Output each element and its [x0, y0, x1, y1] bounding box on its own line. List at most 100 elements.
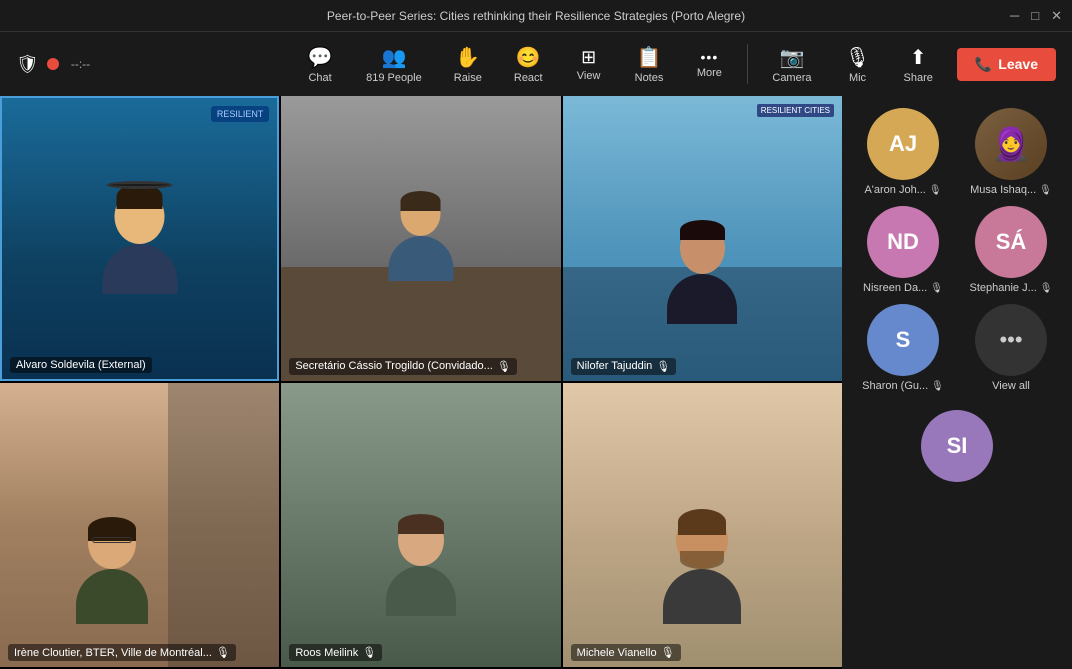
raise-icon: ✋	[455, 45, 480, 70]
raise-button[interactable]: ✋ Raise	[440, 39, 496, 90]
avatar-musa: 🧕	[975, 108, 1047, 180]
name-stephanie: Stephanie J...	[970, 282, 1037, 294]
view-button[interactable]: ⊞ View	[561, 41, 617, 88]
camera-icon: 📷	[779, 45, 804, 70]
notes-icon: 📋	[637, 45, 662, 70]
camera-button[interactable]: 📷 Camera	[758, 39, 825, 90]
mic-roos: 🎙	[362, 646, 376, 659]
participants-grid: AJ A'aron Joh... 🎙 🧕 Musa Ishaq... 🎙 ND …	[854, 108, 1060, 392]
person-head-shape	[115, 189, 165, 244]
video-name-tag-nilofer: Nilofer Tajuddin 🎙	[571, 358, 677, 375]
name-nisreen: Nisreen Da...	[863, 282, 927, 294]
mic-icon: 🎙	[845, 45, 870, 70]
video-name-tag-roos: Roos Meilink 🎙	[289, 644, 382, 661]
view-all-button[interactable]: •••	[975, 304, 1047, 376]
more-label: More	[697, 67, 722, 79]
video-cell-cassio: Secretário Cássio Trogildo (Convidado...…	[281, 96, 560, 381]
participant-name-alvaro: Alvaro Soldevila (External)	[16, 359, 146, 371]
toolbar-divider	[747, 44, 748, 84]
participant-stephanie: SÁ Stephanie J... 🎙	[962, 206, 1060, 294]
close-button[interactable]: ✕	[1051, 8, 1062, 24]
body-nilofer	[667, 274, 737, 324]
head-nilofer	[680, 222, 725, 274]
view-icon: ⊞	[581, 47, 596, 68]
people-label: 819 People	[366, 72, 422, 84]
video-name-tag-cassio: Secretário Cássio Trogildo (Convidado...…	[289, 358, 516, 375]
hair-nilofer	[680, 220, 725, 240]
person-sim-michele	[663, 511, 741, 624]
chat-icon: 💬	[308, 45, 333, 70]
phone-icon: 📞	[975, 56, 992, 73]
body-irene	[76, 569, 148, 624]
mic-michele: 🎙	[661, 646, 675, 659]
video-cell-nilofer: RESILIENT CITIES Nilofer Tajuddin 🎙	[563, 96, 842, 381]
hair-cassio	[401, 191, 441, 211]
view-all-label[interactable]: View all	[992, 380, 1030, 392]
chat-button[interactable]: 💬 Chat	[292, 39, 348, 90]
window-controls[interactable]: ─ □ ✕	[1010, 8, 1062, 24]
leave-button[interactable]: 📞 Leave	[957, 48, 1056, 81]
bottom-avatar-area: SI	[854, 410, 1060, 482]
beard-michele	[680, 551, 724, 569]
name-row-musa: Musa Ishaq... 🎙	[970, 184, 1052, 196]
shield-icon: 🛡	[16, 54, 39, 75]
participant-musa: 🧕 Musa Ishaq... 🎙	[962, 108, 1060, 196]
video-name-tag-alvaro: Alvaro Soldevila (External)	[10, 357, 152, 373]
toolbar-left: 🛡 --:--	[16, 54, 90, 75]
main-content: RESILIENT Alvaro Soldevila (External) Se…	[0, 96, 1072, 669]
video-name-tag-irene: Irène Cloutier, BTER, Ville de Montréal.…	[8, 644, 236, 661]
hair-michele	[678, 509, 726, 535]
people-icon: 👥	[381, 45, 406, 70]
react-button[interactable]: 😊 React	[500, 39, 557, 90]
name-row-nisreen: Nisreen Da... 🎙	[863, 282, 943, 294]
name-row-stephanie: Stephanie J... 🎙	[970, 282, 1053, 294]
person-sim-cassio	[388, 191, 453, 281]
mic-icon-nisreen: 🎙	[930, 283, 943, 294]
logo-badge: RESILIENT	[211, 106, 270, 122]
glasses-irene	[92, 537, 132, 543]
body-roos	[386, 566, 456, 616]
more-icon: •••	[701, 49, 719, 65]
avatar-nisreen: ND	[867, 206, 939, 278]
participant-name-nilofer: Nilofer Tajuddin	[577, 360, 653, 372]
participant-aaron: AJ A'aron Joh... 🎙	[854, 108, 952, 196]
more-button[interactable]: ••• More	[681, 43, 737, 85]
video-cell-michele: Michele Vianello 🎙	[563, 383, 842, 668]
participant-name-michele: Michele Vianello	[577, 647, 657, 659]
participant-si: SI	[921, 410, 993, 482]
mic-button[interactable]: 🎙 Mic	[830, 39, 886, 90]
head-cassio	[401, 191, 441, 236]
name-aaron: A'aron Joh...	[864, 184, 925, 196]
video-cell-alvaro: RESILIENT Alvaro Soldevila (External)	[0, 96, 279, 381]
participant-viewall[interactable]: ••• View all	[962, 304, 1060, 392]
mic-icon-stephanie: 🎙	[1040, 283, 1053, 294]
minimize-button[interactable]: ─	[1010, 8, 1019, 24]
participant-name-roos: Roos Meilink	[295, 647, 358, 659]
mic-nilofer: 🎙	[656, 360, 670, 373]
mic-label: Mic	[849, 72, 866, 84]
maximize-button[interactable]: □	[1031, 8, 1039, 24]
person-body	[102, 189, 177, 294]
mic-icon-musa: 🎙	[1039, 185, 1052, 196]
people-button[interactable]: 👥 819 People	[352, 39, 436, 90]
notes-button[interactable]: 📋 Notes	[621, 39, 678, 90]
person-torso	[102, 244, 177, 294]
chat-label: Chat	[308, 72, 331, 84]
mic-cassio: 🎙	[497, 360, 511, 373]
share-icon: ⬆	[910, 45, 927, 70]
react-icon: 😊	[516, 45, 541, 70]
participant-nisreen: ND Nisreen Da... 🎙	[854, 206, 952, 294]
person-sim-nilofer	[667, 222, 737, 324]
view-label: View	[577, 70, 601, 82]
titlebar: Peer-to-Peer Series: Cities rethinking t…	[0, 0, 1072, 32]
react-label: React	[514, 72, 543, 84]
share-button[interactable]: ⬆ Share	[890, 39, 947, 90]
leave-label: Leave	[998, 56, 1038, 72]
body-michele	[663, 569, 741, 624]
toolbar-items: 💬 Chat 👥 819 People ✋ Raise 😊 React ⊞ Vi…	[292, 39, 947, 90]
raise-label: Raise	[454, 72, 482, 84]
name-row-sharon: Sharon (Gu... 🎙	[862, 380, 944, 392]
record-indicator	[47, 58, 59, 70]
avatar-stephanie: SÁ	[975, 206, 1047, 278]
name-row-aaron: A'aron Joh... 🎙	[864, 184, 941, 196]
